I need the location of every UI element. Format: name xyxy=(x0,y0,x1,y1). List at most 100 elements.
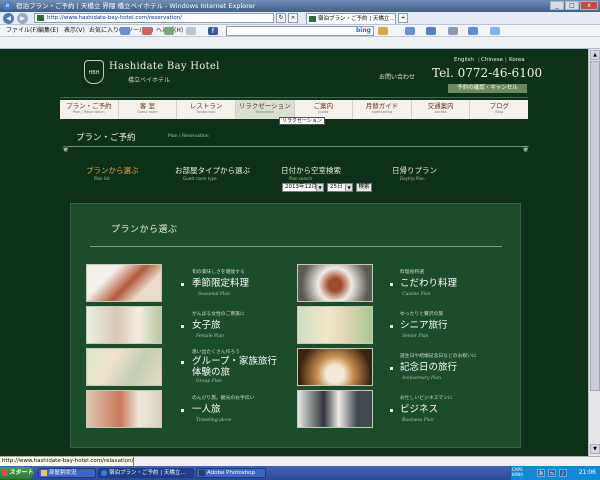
hotel-logo-jp: 橋立ベイホテル xyxy=(128,77,171,84)
nav-tooltip: リラクゼーション xyxy=(279,117,325,125)
plan-cuisine-link[interactable]: こだわり料理 xyxy=(400,278,457,289)
step-datesearch[interactable]: 日付から空室検索 Plan search xyxy=(281,165,341,181)
panel-title: プランから選ぶ xyxy=(111,225,178,235)
plan-senior-link[interactable]: シニア旅行 xyxy=(400,320,448,331)
plan-anniversary-link[interactable]: 記念日の旅行 xyxy=(400,362,457,373)
news-icon[interactable] xyxy=(142,27,152,35)
bullet-icon xyxy=(181,325,184,328)
month-select[interactable]: 2013年12月 ▼ xyxy=(282,183,324,192)
panel-divider xyxy=(90,246,502,247)
hotel-logo-name[interactable]: Hashidate Bay Hotel xyxy=(109,61,220,72)
volume-icon[interactable]: ♪ xyxy=(559,469,567,477)
vertical-scrollbar[interactable]: ▲ ▼ xyxy=(588,49,600,456)
facebook-icon[interactable]: f xyxy=(208,27,218,35)
nav-item-restaurant[interactable]: レストラン Restaurant xyxy=(177,100,236,119)
ime-indicator[interactable]: CAPS KANA xyxy=(512,467,534,479)
plan-female-image[interactable] xyxy=(86,306,162,344)
plan-female-link[interactable]: 女子旅 xyxy=(192,320,221,331)
minimize-button[interactable]: _ xyxy=(550,1,564,10)
plan-small-text: 料理長特選 xyxy=(400,270,424,275)
scroll-thumb[interactable] xyxy=(590,61,600,391)
plan-small-text: がんばる女性のご褒美に xyxy=(192,312,245,317)
messenger-icon[interactable] xyxy=(426,27,436,35)
lang-english[interactable]: English xyxy=(454,57,474,63)
bullet-icon xyxy=(390,367,393,370)
mail-toolbar-icon[interactable] xyxy=(405,27,415,35)
stop-icon[interactable]: × xyxy=(288,13,298,23)
hotel-crest-icon[interactable]: HBH xyxy=(84,60,104,84)
step-daytrip[interactable]: 日帰りプラン Daytrip Plan xyxy=(392,165,437,181)
page-title: プラン・ご予約 xyxy=(76,133,136,143)
taskbar-item-rooms[interactable]: 部屋割状況 xyxy=(38,468,96,478)
clock[interactable]: 21:06 xyxy=(579,466,596,480)
contact-link[interactable]: お問い合わせ xyxy=(379,72,415,81)
network-icon[interactable]: ⇆ xyxy=(548,469,556,477)
ornament-corner-icon: ❦ xyxy=(522,145,530,155)
search-input[interactable] xyxy=(226,26,374,36)
nav-item-sightseeing[interactable]: 月替ガイド Sightseeing xyxy=(353,100,412,119)
nav-item-blog[interactable]: ブログ Blog xyxy=(470,100,528,119)
system-tray: CAPS KANA あ ⇆ ♪ 21:06 xyxy=(510,466,600,480)
camera-toolbar-icon[interactable] xyxy=(448,27,458,35)
plan-alone-link[interactable]: 一人旅 xyxy=(192,404,221,415)
sync-icon[interactable] xyxy=(468,27,478,35)
camera-icon[interactable] xyxy=(186,27,196,35)
lang-korea[interactable]: Korea xyxy=(509,57,525,63)
plan-business-image[interactable] xyxy=(297,390,373,428)
new-tab-icon[interactable]: + xyxy=(398,13,408,23)
nav-item-plan[interactable]: プラン・ご予約 Plan / Reservation xyxy=(60,100,119,119)
nav-item-access[interactable]: 交通案内 Access xyxy=(412,100,471,119)
scroll-down-icon[interactable]: ▼ xyxy=(590,444,600,454)
forward-button[interactable]: ▶ xyxy=(17,13,28,24)
bullet-icon xyxy=(181,409,184,412)
status-bar: http://www.hashidate-bay-hotel.com/relax… xyxy=(0,456,600,466)
start-button[interactable]: スタート xyxy=(0,467,34,479)
menu-view[interactable]: 表示(V) xyxy=(64,25,85,37)
date-search-button[interactable]: 検索 xyxy=(356,183,372,192)
reservation-check-button[interactable]: 予約の確認・キャンセル xyxy=(448,84,527,93)
tab-favicon-icon xyxy=(309,16,316,22)
plan-group-image[interactable] xyxy=(86,348,162,386)
addon-icon[interactable] xyxy=(490,27,500,35)
command-bar xyxy=(0,37,600,49)
taskbar: スタート 部屋割状況 宿泊プラン・ご予約 | 天橋立… Adobe Photos… xyxy=(0,466,600,480)
day-select[interactable]: 25日 ▼ xyxy=(327,183,353,192)
search-button-icon[interactable] xyxy=(378,27,388,35)
plan-seasonal-image[interactable] xyxy=(86,264,162,302)
menu-bar: ファイル(F) 編集(E) 表示(V) お気に入り(A) ツール(T) ヘルプ(… xyxy=(0,25,600,37)
toolbar-icon[interactable] xyxy=(164,27,174,35)
url-text: http://www.hashidate-bay-hotel.com/reser… xyxy=(47,15,183,21)
mail-icon[interactable] xyxy=(120,27,130,35)
plan-business-link[interactable]: ビジネス xyxy=(400,404,438,415)
taskbar-item-browser[interactable]: 宿泊プラン・ご予約 | 天橋立… xyxy=(98,468,194,478)
back-button[interactable]: ◀ xyxy=(3,13,14,24)
lang-chinese[interactable]: Chinese xyxy=(481,57,503,63)
nav-item-room[interactable]: 客 室 Guest room xyxy=(119,100,178,119)
scroll-up-icon[interactable]: ▲ xyxy=(590,50,600,60)
plan-senior-image[interactable] xyxy=(297,306,373,344)
window-title: 宿泊プラン・ご予約 | 天橋立 界隈 橋立ベイホテル - Windows Int… xyxy=(16,2,256,10)
taskbar-item-photoshop[interactable]: Adobe Photoshop xyxy=(196,468,266,478)
plan-alone-image[interactable] xyxy=(86,390,162,428)
plan-en: Group Plan xyxy=(196,379,222,384)
plan-group-link[interactable]: グループ・家族旅行 体験の旅 xyxy=(192,356,277,378)
step-roomtype[interactable]: お部屋タイプから選ぶ Guest room type xyxy=(175,165,250,181)
close-button[interactable]: x xyxy=(580,1,598,10)
step-plan[interactable]: プランから選ぶ Plan list xyxy=(86,165,139,181)
plan-en: Anniversary Plan xyxy=(402,376,442,381)
tab-current[interactable]: 宿泊プラン・ご予約 | 天橋立… xyxy=(306,13,396,24)
menu-file[interactable]: ファイル(F) xyxy=(6,25,38,37)
maximize-button[interactable]: □ xyxy=(565,1,579,10)
plan-seasonal-link[interactable]: 季節限定料理 xyxy=(192,278,249,289)
plan-anniversary-image[interactable] xyxy=(297,348,373,386)
ie-icon xyxy=(101,470,107,476)
bullet-icon xyxy=(181,361,184,364)
refresh-icon[interactable]: ↻ xyxy=(276,13,286,23)
ornament-corner-icon: ❦ xyxy=(62,145,70,155)
plan-cuisine-image[interactable] xyxy=(297,264,373,302)
menu-edit[interactable]: 編集(E) xyxy=(38,25,58,37)
ime-mode-icon[interactable]: あ xyxy=(537,469,545,477)
url-input[interactable]: http://www.hashidate-bay-hotel.com/reser… xyxy=(34,13,274,23)
plan-small-text: 誕生日や結婚記念日などのお祝いに xyxy=(400,354,477,359)
plan-en: Business Plan xyxy=(402,418,434,423)
